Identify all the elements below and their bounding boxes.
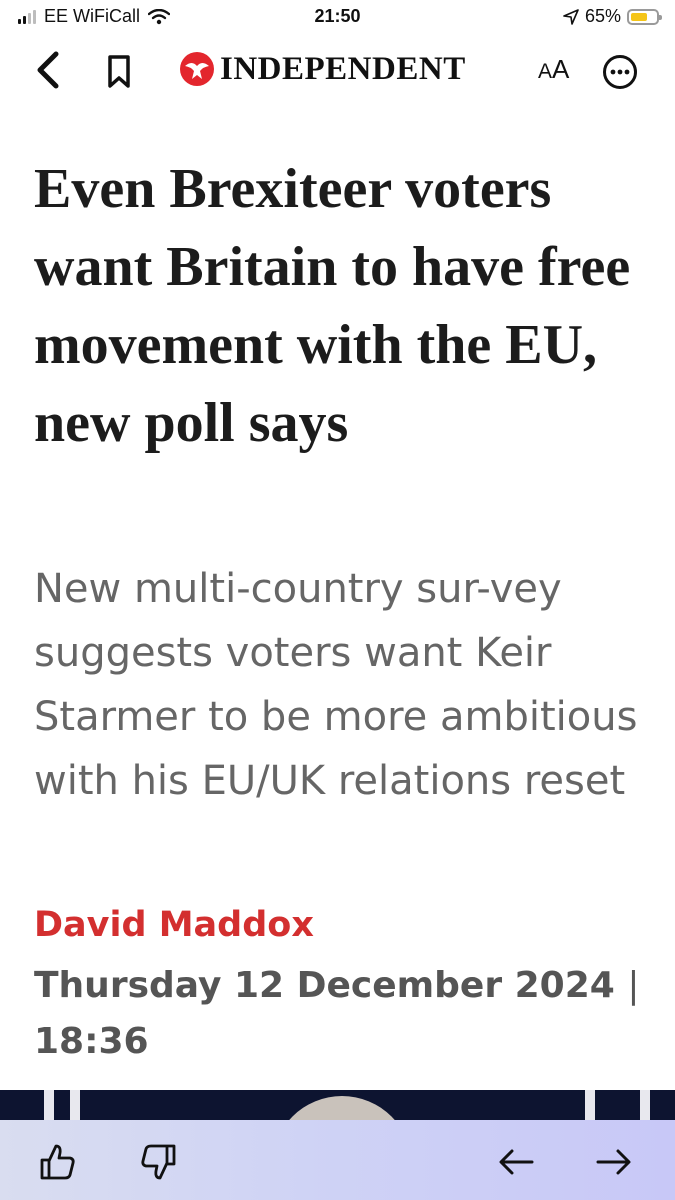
battery-percent: 65%	[584, 6, 621, 26]
article-headline: Even Brexiteer voters want Britain to ha…	[34, 158, 631, 454]
status-bar: EE WiFiCall 21:50 65%	[0, 0, 675, 36]
battery-icon	[627, 8, 662, 25]
text-size-button[interactable]: AA	[538, 54, 569, 85]
publish-datetime: Thursday 12 December 2024 | 18:36	[34, 958, 664, 1070]
bottom-toolbar	[0, 1120, 675, 1200]
article-nav-bar: INDEPENDENT AA	[0, 40, 675, 100]
status-right: 65%	[563, 6, 662, 27]
thumbs-up-icon	[40, 1144, 75, 1180]
brand-wordmark: INDEPENDENT	[220, 51, 466, 87]
next-article-button[interactable]	[592, 1140, 636, 1184]
arrow-left-icon	[499, 1149, 534, 1175]
article-standfirst: New multi-country sur-vey suggests voter…	[34, 566, 638, 804]
eagle-icon	[180, 52, 214, 86]
previous-article-button[interactable]	[494, 1140, 538, 1184]
chevron-left-icon	[37, 51, 59, 89]
back-button[interactable]	[30, 48, 70, 92]
bookmark-button[interactable]	[104, 52, 134, 92]
ellipsis-circle-icon	[603, 55, 637, 89]
more-options-button[interactable]	[602, 54, 638, 90]
date-separator: |	[627, 965, 640, 1006]
location-arrow-icon	[563, 8, 579, 25]
publish-date: Thursday 12 December 2024	[34, 965, 615, 1006]
thumbs-down-icon	[141, 1144, 176, 1180]
like-button[interactable]	[36, 1140, 80, 1184]
dislike-button[interactable]	[136, 1140, 180, 1184]
text-size-large-glyph: A	[552, 54, 570, 84]
author-link[interactable]: David Maddox	[34, 905, 314, 945]
text-size-small-glyph: A	[538, 60, 553, 83]
publish-time: 18:36	[34, 1021, 149, 1062]
independent-logo: INDEPENDENT	[180, 52, 466, 86]
arrow-right-icon	[596, 1149, 631, 1175]
bookmark-icon	[108, 55, 130, 88]
